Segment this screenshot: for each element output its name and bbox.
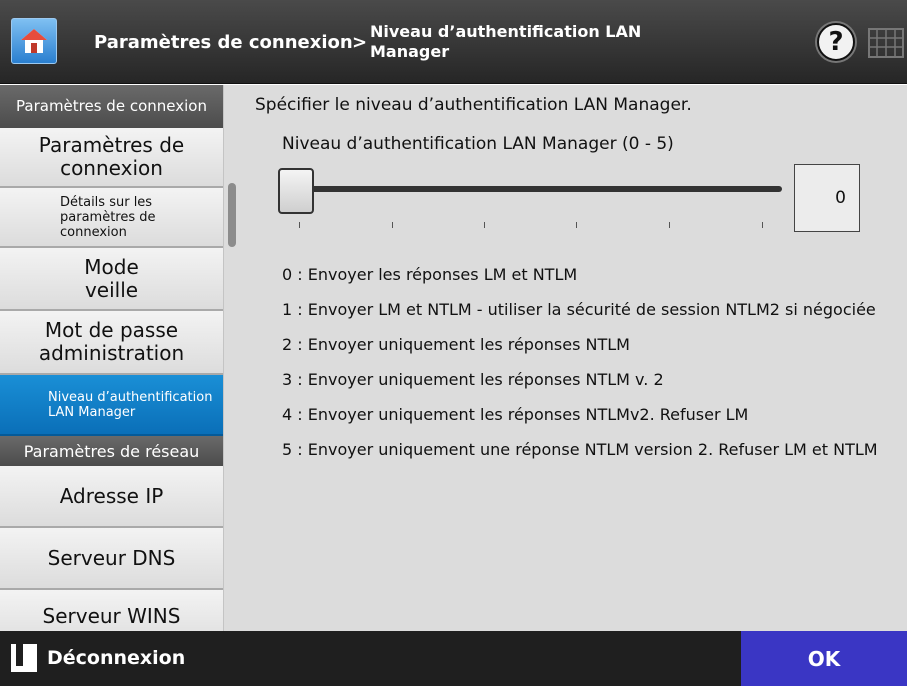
level-descriptions: 0 : Envoyer les réponses LM et NTLM 1 : … <box>282 263 882 473</box>
slider-track[interactable] <box>292 186 782 192</box>
scrollbar-thumb[interactable] <box>228 183 236 247</box>
level-option: 0 : Envoyer les réponses LM et NTLM <box>282 265 578 284</box>
sidebar-scrollbar[interactable] <box>223 85 240 631</box>
keyboard-icon <box>868 28 904 58</box>
sidebar-group-network: Paramètres de réseau <box>0 436 223 466</box>
home-button[interactable] <box>11 18 57 64</box>
level-value: 0 <box>835 188 846 208</box>
sidebar-item-dns-server[interactable]: Serveur DNS <box>0 528 223 590</box>
level-option: 4 : Envoyer uniquement les réponses NTLM… <box>282 405 749 424</box>
sidebar-item-lan-manager[interactable]: Niveau d’authentification LAN Manager <box>0 375 223 436</box>
slider-thumb[interactable] <box>278 168 314 214</box>
slider-tick <box>669 222 670 228</box>
instruction-text: Spécifier le niveau d’authentification L… <box>255 95 692 115</box>
footer-bar: Déconnexion OK <box>0 631 907 686</box>
page-title: Niveau d’authentification LAN Manager <box>370 22 642 61</box>
breadcrumb-separator: > <box>352 32 368 53</box>
sidebar-item-connection-details[interactable]: Détails sur les paramètres de connexion <box>0 188 223 248</box>
slider-tick <box>484 222 485 228</box>
logout-icon <box>11 644 37 672</box>
sidebar: Paramètres de connexion Paramètres de co… <box>0 85 223 631</box>
level-option: 3 : Envoyer uniquement les réponses NTLM… <box>282 370 664 389</box>
logout-label: Déconnexion <box>47 647 186 669</box>
keyboard-button[interactable] <box>866 24 906 62</box>
ok-button[interactable]: OK <box>741 631 907 686</box>
level-option: 2 : Envoyer uniquement les réponses NTLM <box>282 335 630 354</box>
sidebar-group-connection: Paramètres de connexion <box>0 85 223 128</box>
slider-label: Niveau d’authentification LAN Manager (0… <box>282 134 674 154</box>
level-value-field[interactable]: 0 <box>794 164 860 232</box>
header-bar: Paramètres de connexion > Niveau d’authe… <box>0 0 907 84</box>
sidebar-item-wins-server[interactable]: Serveur WINS <box>0 590 223 631</box>
sidebar-item-connection-settings[interactable]: Paramètres de connexion <box>0 128 223 188</box>
slider-tick <box>762 222 763 228</box>
sidebar-item-ip-address[interactable]: Adresse IP <box>0 466 223 528</box>
logout-button[interactable]: Déconnexion <box>11 641 185 675</box>
main-content: Spécifier le niveau d’authentification L… <box>240 85 907 631</box>
breadcrumb-section: Paramètres de connexion <box>94 32 353 53</box>
level-option: 1 : Envoyer LM et NTLM - utiliser la séc… <box>282 300 876 319</box>
help-button[interactable]: ? <box>817 23 855 61</box>
slider-tick <box>576 222 577 228</box>
slider-tick <box>392 222 393 228</box>
level-option: 5 : Envoyer uniquement une réponse NTLM … <box>282 440 878 459</box>
sidebar-item-sleep-mode[interactable]: Mode veille <box>0 248 223 311</box>
help-icon: ? <box>828 27 844 57</box>
home-icon <box>21 29 47 53</box>
sidebar-item-admin-password[interactable]: Mot de passe administration <box>0 311 223 375</box>
slider-tick <box>299 222 300 228</box>
